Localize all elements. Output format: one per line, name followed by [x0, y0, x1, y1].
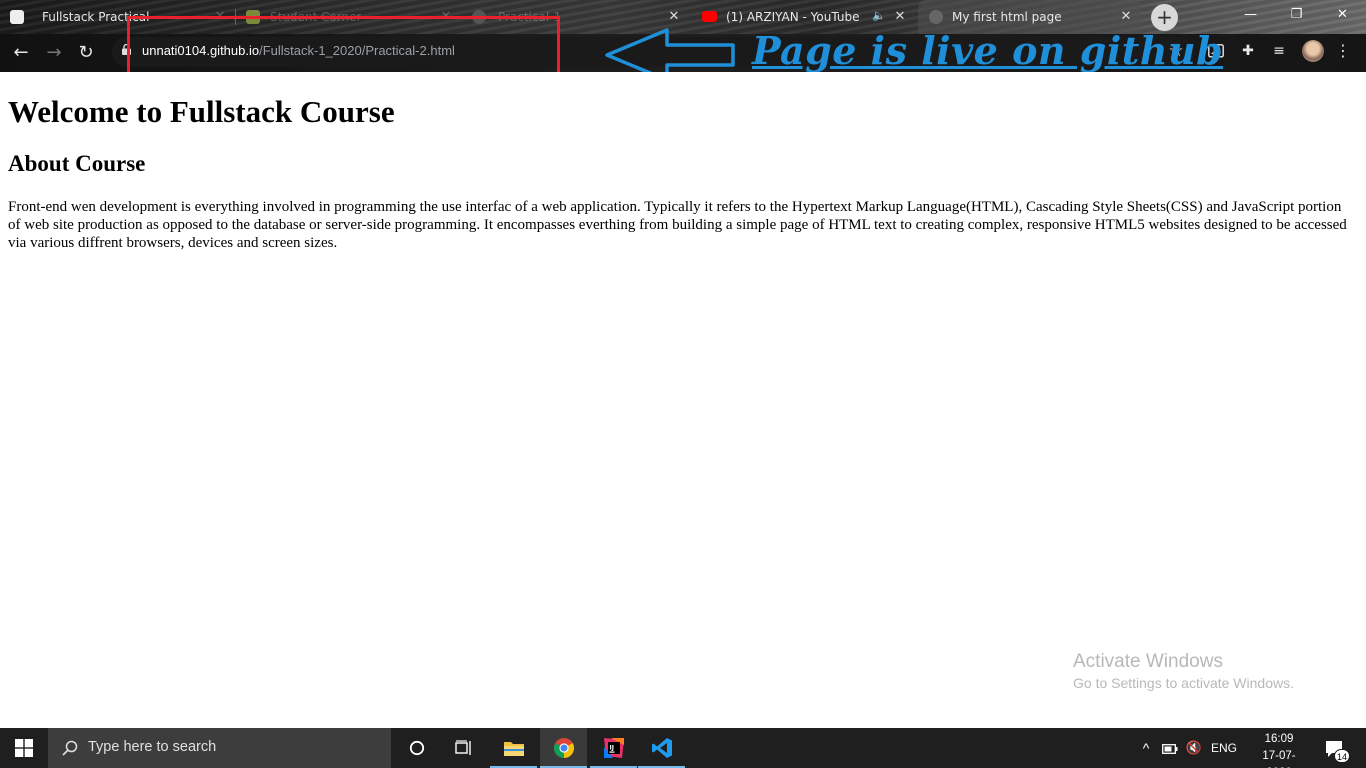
- intellij-taskbar-button[interactable]: IJ: [590, 728, 637, 768]
- section-heading: About Course: [8, 151, 146, 176]
- close-tab-icon[interactable]: ✕: [892, 9, 908, 25]
- course-description: Front-end wen development is everything …: [8, 199, 1347, 251]
- globe-icon: [929, 10, 943, 24]
- notification-count-badge: 14: [1334, 749, 1350, 763]
- taskbar-search-box[interactable]: Type here to search: [48, 728, 391, 768]
- audio-icon[interactable]: 🔈: [872, 9, 886, 22]
- profile-avatar[interactable]: [1302, 40, 1324, 62]
- file-explorer-button[interactable]: [490, 728, 537, 768]
- task-view-icon: [454, 740, 471, 755]
- close-tab-icon[interactable]: ✕: [1118, 9, 1134, 25]
- watermark-subtitle: Go to Settings to activate Windows.: [1073, 675, 1294, 691]
- watermark-title: Activate Windows: [1073, 651, 1223, 672]
- chrome-icon: [553, 738, 574, 758]
- volume-muted-icon[interactable]: 🔇: [1183, 728, 1205, 768]
- activate-windows-watermark: Activate Windows Go to Settings to activ…: [1073, 651, 1294, 691]
- back-button[interactable]: ←: [8, 40, 34, 66]
- menu-kebab-icon[interactable]: ⋮: [1332, 40, 1354, 62]
- folder-icon: [503, 742, 524, 756]
- page-heading: Welcome to Fullstack Course: [8, 94, 395, 129]
- intellij-icon: IJ: [603, 738, 624, 758]
- input-language-indicator[interactable]: ENG: [1208, 728, 1240, 768]
- close-window-button[interactable]: ✕: [1320, 0, 1365, 30]
- close-tab-icon[interactable]: ✕: [666, 9, 682, 25]
- windows-taskbar: Type here to search IJ ^ 🔇 ENG 16:09 17-…: [0, 728, 1366, 768]
- restore-button[interactable]: ❐: [1274, 0, 1319, 30]
- search-icon: [62, 740, 78, 756]
- media-queue-icon[interactable]: ≡: [1268, 40, 1290, 62]
- task-view-button[interactable]: [440, 728, 487, 768]
- action-center-button[interactable]: 14: [1318, 728, 1352, 768]
- minimize-button[interactable]: —: [1228, 0, 1273, 30]
- extensions-puzzle-icon[interactable]: ✚: [1237, 40, 1259, 62]
- cortana-circle-icon: [409, 740, 424, 756]
- annotation-text: Page is live on github: [752, 28, 1224, 73]
- battery-glyph: [1162, 743, 1178, 754]
- battery-icon[interactable]: [1160, 728, 1180, 768]
- clock-date: 17-07-2020: [1262, 750, 1296, 768]
- system-clock[interactable]: 16:09 17-07-2020: [1255, 731, 1303, 768]
- chrome-taskbar-button[interactable]: [540, 728, 587, 768]
- new-tab-button[interactable]: +: [1151, 4, 1178, 31]
- search-placeholder: Type here to search: [88, 739, 217, 755]
- windows-logo-icon: [15, 739, 33, 757]
- cortana-button[interactable]: [393, 728, 440, 768]
- show-hidden-icons-chevron-icon[interactable]: ^: [1136, 728, 1156, 768]
- tab-title: (1) ARZIYAN - YouTube: [726, 10, 860, 24]
- svg-text:IJ: IJ: [609, 745, 613, 752]
- web-page-content: Welcome to Fullstack Course About Course…: [0, 72, 1366, 728]
- vscode-taskbar-button[interactable]: [638, 728, 685, 768]
- reload-button[interactable]: ↻: [73, 40, 99, 66]
- github-icon: [10, 10, 24, 24]
- start-button[interactable]: [0, 728, 48, 768]
- tab-title: My first html page: [952, 10, 1062, 24]
- clock-time: 16:09: [1264, 733, 1294, 745]
- vscode-icon: [651, 738, 672, 758]
- forward-button[interactable]: →: [41, 40, 67, 66]
- youtube-icon: [702, 11, 717, 22]
